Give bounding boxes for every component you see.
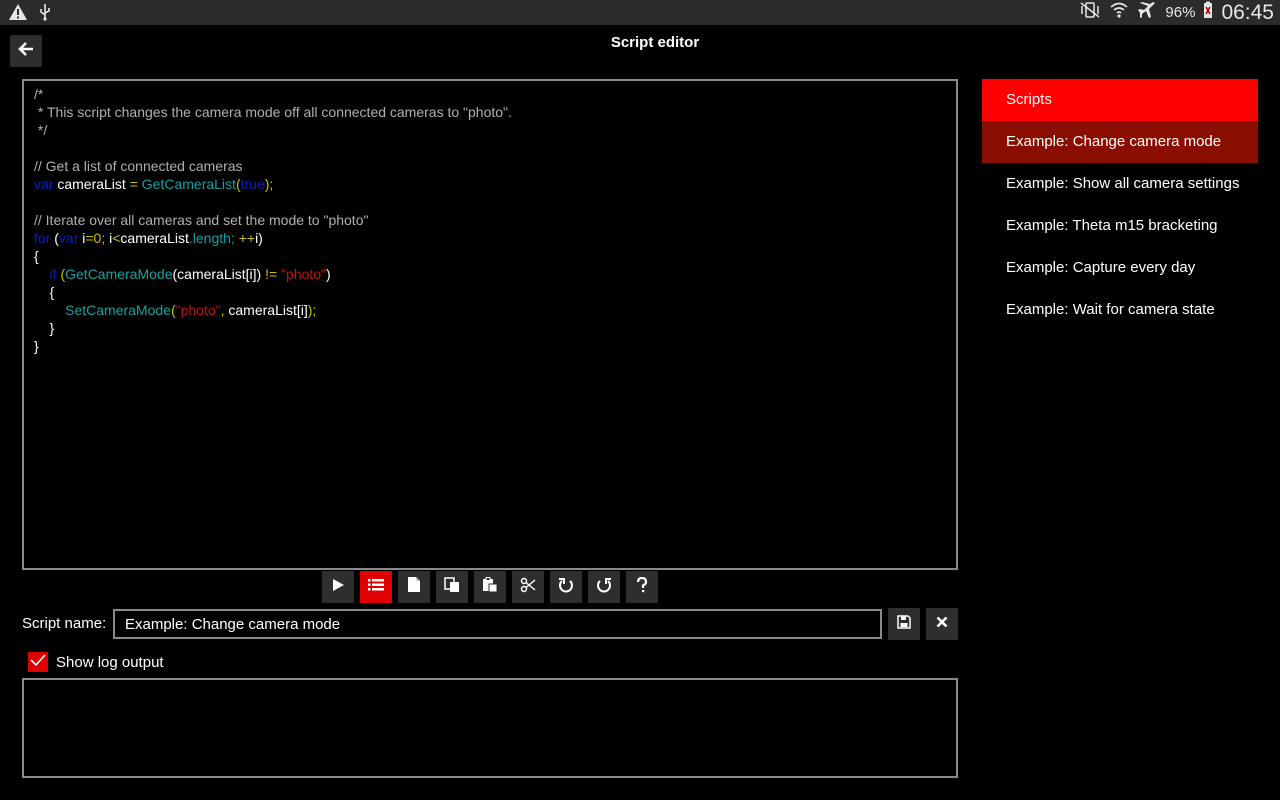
code-token: } (34, 338, 39, 354)
code-token: { (34, 248, 39, 264)
code-token: ( (56, 266, 66, 282)
code-token: ); (307, 302, 317, 318)
code-token: // Iterate over all cameras and set the … (34, 212, 369, 228)
code-token: SetCameraMode (65, 302, 171, 318)
code-line: /* (34, 85, 946, 103)
code-token: ) (326, 266, 331, 282)
save-button[interactable] (888, 608, 920, 640)
code-line: // Iterate over all cameras and set the … (34, 211, 946, 229)
help-icon (636, 576, 648, 598)
code-token: if (49, 266, 57, 282)
code-token: (cameraList[i]) (172, 266, 262, 282)
code-line: for (var i=0; i<cameraList.length; ++i) (34, 229, 946, 247)
help-button[interactable] (626, 571, 658, 603)
clock: 06:45 (1221, 0, 1274, 24)
code-line: } (34, 337, 946, 355)
battery-percent: 96% (1165, 4, 1196, 21)
code-editor[interactable]: /* * This script changes the camera mode… (22, 79, 958, 570)
play-icon (331, 578, 345, 597)
script-item-wait-for-camera-state[interactable]: Example: Wait for camera state (982, 289, 1258, 331)
floppy-disk-icon (897, 614, 911, 634)
code-token: { (34, 284, 55, 300)
code-token: cameraList (120, 230, 189, 246)
list-button[interactable] (360, 571, 392, 603)
script-item-show-all-camera-settings[interactable]: Example: Show all camera settings (982, 163, 1258, 205)
code-token: for (34, 230, 51, 246)
code-token: // Get a list of connected cameras (34, 158, 243, 174)
code-line: if (GetCameraMode(cameraList[i]) != "pho… (34, 265, 946, 283)
checkmark-icon (30, 653, 46, 672)
code-token: != (261, 266, 282, 282)
code-line: } (34, 319, 946, 337)
code-token: GetCameraMode (65, 266, 173, 282)
code-token: "photo" (281, 266, 327, 282)
code-token: ++ (238, 230, 256, 246)
code-line: */ (34, 121, 946, 139)
paste-button[interactable] (474, 571, 506, 603)
warning-icon (8, 3, 28, 26)
status-bar: 96% 06:45 (0, 0, 1280, 25)
script-item-theta-m15-bracketing[interactable]: Example: Theta m15 bracketing (982, 205, 1258, 247)
cut-button[interactable] (512, 571, 544, 603)
close-button[interactable] (926, 608, 958, 640)
code-line: { (34, 283, 946, 301)
code-token: var (34, 176, 54, 192)
copy-button[interactable] (436, 571, 468, 603)
copy-icon (444, 576, 460, 598)
code-token: } (34, 320, 55, 336)
code-token: * This script changes the camera mode of… (34, 104, 512, 120)
scissors-icon (520, 577, 536, 598)
wifi-icon (1109, 1, 1129, 24)
code-token: cameraList[i] (224, 302, 308, 318)
show-log-label[interactable]: Show log output (56, 654, 164, 671)
log-output[interactable] (22, 678, 958, 778)
show-log-row: Show log output (28, 652, 164, 672)
close-icon (936, 615, 948, 633)
code-line: * This script changes the camera mode of… (34, 103, 946, 121)
list-icon (368, 578, 384, 597)
scripts-panel: Scripts Example: Change camera mode Exam… (982, 79, 1258, 331)
code-token: ( (50, 230, 59, 246)
undo-icon (558, 577, 574, 598)
run-button[interactable] (322, 571, 354, 603)
code-token: GetCameraList (141, 176, 236, 192)
new-button[interactable] (398, 571, 430, 603)
script-item-change-camera-mode[interactable]: Example: Change camera mode (982, 121, 1258, 163)
code-line: { (34, 247, 946, 265)
code-token: "photo" (175, 302, 221, 318)
code-token: var (58, 230, 79, 246)
code-token: cameraList (53, 176, 130, 192)
page-title: Script editor (610, 34, 700, 51)
show-log-checkbox[interactable] (28, 652, 48, 672)
code-token: i) (255, 230, 263, 246)
usb-icon (38, 3, 52, 26)
redo-button[interactable] (588, 571, 620, 603)
paste-icon (482, 576, 498, 598)
code-token: .length; (188, 230, 235, 246)
code-line: // Get a list of connected cameras (34, 157, 946, 175)
code-line: var cameraList = GetCameraList(true); (34, 175, 946, 193)
code-token: =0; (85, 230, 106, 246)
battery-icon (1203, 1, 1213, 24)
scripts-header: Scripts (982, 79, 1258, 121)
code-token: true (240, 176, 265, 192)
code-line: SetCameraMode("photo", cameraList[i]); (34, 301, 946, 319)
script-name-label: Script name: (22, 615, 107, 632)
vibrate-mute-icon (1079, 1, 1101, 24)
code-token: ); (264, 176, 274, 192)
script-item-capture-every-day[interactable]: Example: Capture every day (982, 247, 1258, 289)
code-token: /* (34, 86, 44, 102)
redo-icon (596, 577, 612, 598)
undo-button[interactable] (550, 571, 582, 603)
code-token: = (129, 176, 138, 192)
airplane-icon (1137, 1, 1157, 24)
script-name-input[interactable] (113, 609, 882, 639)
code-token: */ (34, 122, 48, 138)
editor-toolbar (322, 571, 658, 603)
new-file-icon (408, 577, 420, 597)
